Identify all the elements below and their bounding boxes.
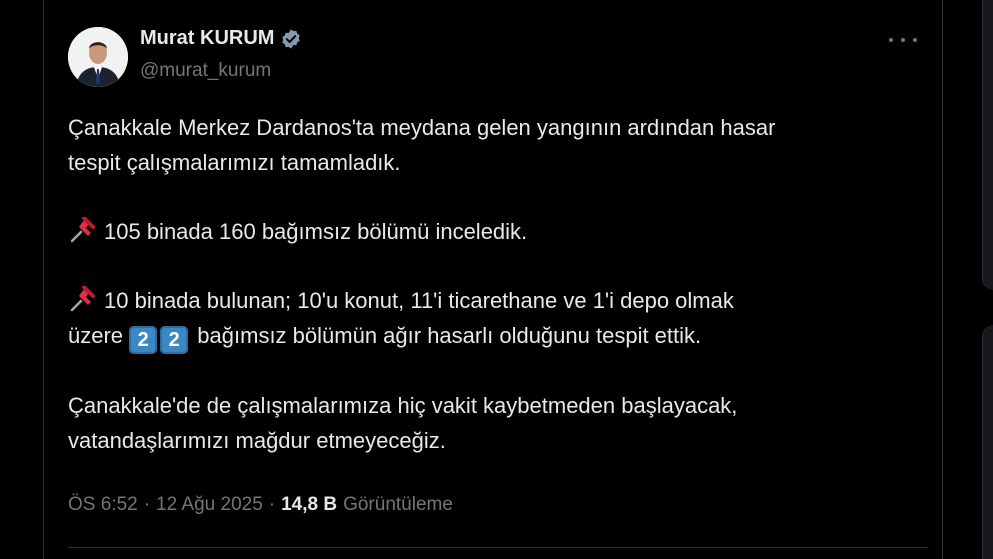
column-left-border bbox=[43, 0, 44, 559]
meta-separator: · bbox=[268, 494, 276, 515]
sidebar-edge-panel bbox=[982, 0, 993, 290]
keycap-two-icon: 2 bbox=[129, 326, 158, 354]
pushpin-icon bbox=[70, 217, 95, 243]
tweet-bullet: 105 binada 160 bağımsız bölümü inceledik… bbox=[68, 214, 928, 249]
tweet-line: vatandaşlarımızı mağdur etmeyeceğiz. bbox=[68, 428, 446, 453]
tweet-line: üzere 22 bağımsız bölümün ağır hasarlı o… bbox=[68, 318, 928, 354]
bullet-text: bağımsız bölümün ağır hasarlı olduğunu t… bbox=[197, 323, 702, 348]
keycap-two-icon: 2 bbox=[160, 326, 189, 354]
tweet-bullet: 10 binada bulunan; 10'u konut, 11'i tica… bbox=[68, 283, 928, 318]
author-name[interactable]: Murat KURUM bbox=[140, 27, 274, 50]
verified-badge-icon[interactable] bbox=[280, 28, 302, 50]
tweet-time[interactable]: ÖS 6:52 bbox=[68, 494, 138, 516]
tweet-line: tespit çalışmalarımızı tamamladık. bbox=[68, 150, 401, 175]
divider bbox=[68, 547, 928, 548]
tweet-line: Çanakkale Merkez Dardanos'ta meydana gel… bbox=[68, 115, 776, 140]
views-label: Görüntüleme bbox=[343, 494, 453, 515]
bullet-text: üzere bbox=[68, 323, 124, 348]
avatar-image bbox=[68, 27, 128, 87]
more-icon[interactable] bbox=[889, 30, 917, 50]
tweet-meta: ÖS 6:52 · 12 Ağu 2025 · 14,8 B Görüntüle… bbox=[68, 494, 453, 516]
views-count: 14,8 B bbox=[281, 494, 338, 515]
bullet-text: 105 binada 160 bağımsız bölümü inceledik… bbox=[104, 219, 528, 244]
tweet-text: Çanakkale Merkez Dardanos'ta meydana gel… bbox=[68, 110, 928, 458]
tweet-line: Çanakkale'de de çalışmalarımıza hiç vaki… bbox=[68, 393, 738, 418]
column-right-border bbox=[942, 0, 943, 559]
meta-separator: · bbox=[143, 494, 151, 515]
sidebar-edge-panel-lower bbox=[982, 325, 993, 559]
pushpin-icon bbox=[70, 286, 95, 312]
tweet-date[interactable]: 12 Ağu 2025 bbox=[156, 494, 263, 516]
author-handle[interactable]: @murat_kurum bbox=[140, 60, 271, 82]
avatar[interactable] bbox=[68, 27, 128, 87]
bullet-text: 10 binada bulunan; 10'u konut, 11'i tica… bbox=[104, 288, 734, 313]
author-name-row[interactable]: Murat KURUM bbox=[140, 27, 302, 50]
